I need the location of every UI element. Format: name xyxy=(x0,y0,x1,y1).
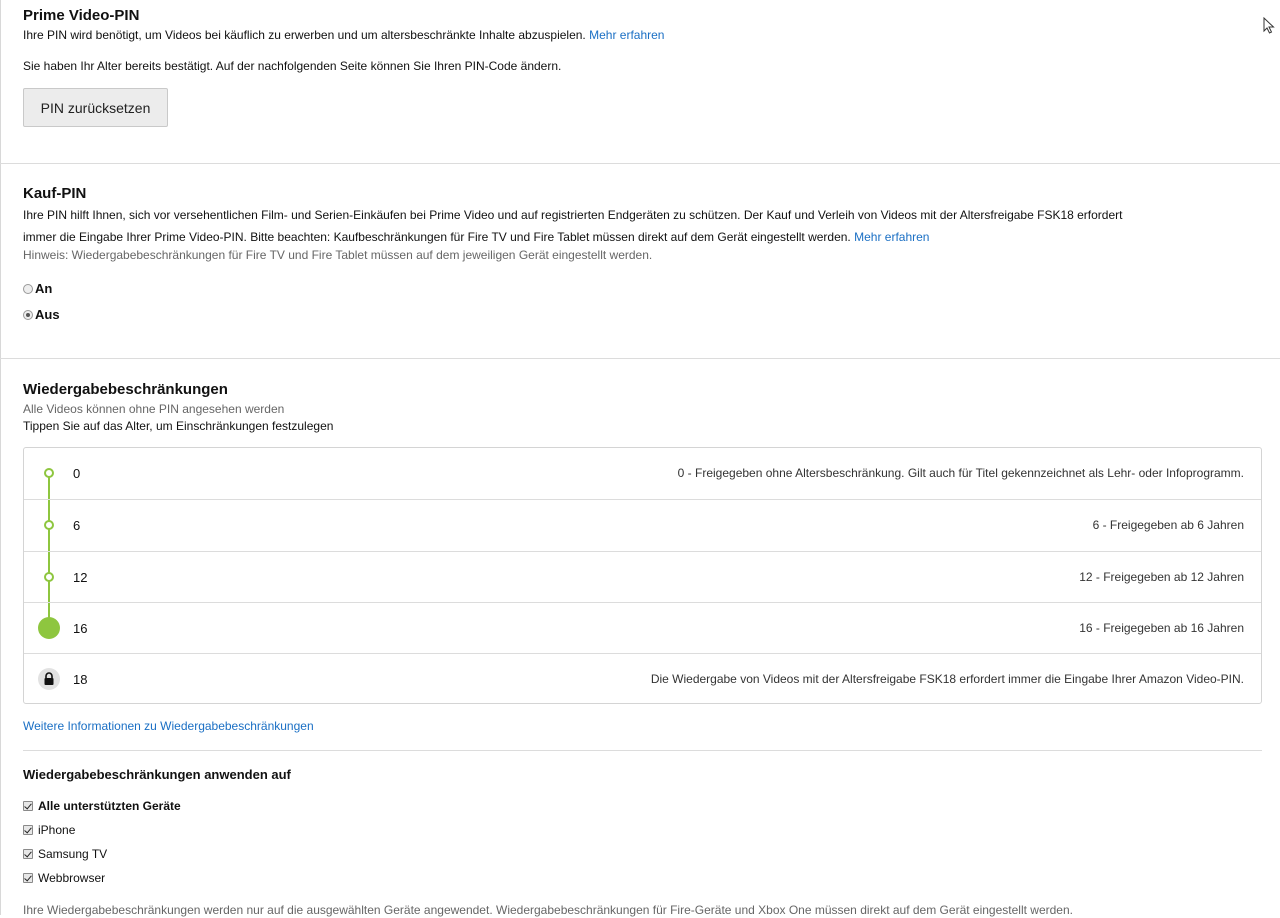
section-divider xyxy=(0,358,1280,359)
rating-description: Die Wiedergabe von Videos mit der Alters… xyxy=(650,672,1244,686)
playback-status-text: Alle Videos können ohne PIN angesehen we… xyxy=(23,402,285,416)
reset-pin-button[interactable]: PIN zurücksetzen xyxy=(23,88,168,127)
device-samsung-tv[interactable]: Samsung TV xyxy=(23,847,107,861)
device-label: Alle unterstützten Geräte xyxy=(38,799,181,813)
radio-selected-icon[interactable] xyxy=(23,309,33,320)
purchase-pin-title: Kauf-PIN xyxy=(23,185,87,202)
rating-row-6[interactable]: 6 6 - Freigegeben ab 6 Jahren xyxy=(24,500,1261,551)
rating-row-18: 18 Die Wiedergabe von Videos mit der Alt… xyxy=(24,654,1261,705)
age-confirmed-text: Sie haben Ihr Alter bereits bestätigt. A… xyxy=(23,59,562,73)
mouse-cursor-icon xyxy=(1263,17,1275,34)
section-divider xyxy=(0,163,1280,164)
pin-section-description: Ihre PIN wird benötigt, um Videos bei kä… xyxy=(23,27,664,43)
purchase-pin-desc-line1: Ihre PIN hilft Ihnen, sich vor versehent… xyxy=(23,208,1123,222)
device-iphone[interactable]: iPhone xyxy=(23,823,75,837)
purchase-pin-off-label: Aus xyxy=(35,307,60,322)
pin-section-title: Prime Video-PIN xyxy=(23,7,140,24)
apply-to-footnote: Ihre Wiedergabebeschränkungen werden nur… xyxy=(23,903,1073,917)
page-left-border xyxy=(0,0,1,915)
rating-row-0[interactable]: 0 0 - Freigegeben ohne Altersbeschränkun… xyxy=(24,448,1261,499)
apply-to-title: Wiedergabebeschränkungen anwenden auf xyxy=(23,767,291,782)
lock-icon xyxy=(38,668,60,690)
rating-description: 12 - Freigegeben ab 12 Jahren xyxy=(1079,570,1244,584)
playback-restrictions-title: Wiedergabebeschränkungen xyxy=(23,381,228,398)
device-label: iPhone xyxy=(38,823,76,837)
pin-learn-more-link[interactable]: Mehr erfahren xyxy=(589,28,664,42)
purchase-pin-on-option[interactable]: An xyxy=(23,281,52,296)
age-rating-selector: 0 0 - Freigegeben ohne Altersbeschränkun… xyxy=(23,447,1262,704)
purchase-pin-off-option[interactable]: Aus xyxy=(23,307,60,322)
purchase-pin-on-label: An xyxy=(35,281,53,296)
device-label: Webbrowser xyxy=(38,871,106,885)
rating-selected-node-icon xyxy=(38,617,60,639)
device-label: Samsung TV xyxy=(38,847,108,861)
rating-description: 0 - Freigegeben ohne Altersbeschränkung.… xyxy=(677,466,1244,480)
purchase-pin-note: Hinweis: Wiedergabebeschränkungen für Fi… xyxy=(23,248,653,262)
checkbox-checked-icon[interactable] xyxy=(23,873,33,883)
rating-node-icon xyxy=(44,572,54,582)
rating-age-label: 12 xyxy=(73,570,88,585)
device-webbrowser[interactable]: Webbrowser xyxy=(23,871,105,885)
rating-age-label: 16 xyxy=(73,621,88,636)
purchase-pin-desc-text: immer die Eingabe Ihrer Prime Video-PIN.… xyxy=(23,230,851,244)
radio-unselected-icon[interactable] xyxy=(23,283,33,294)
rating-age-label: 6 xyxy=(73,518,81,533)
rating-age-label: 18 xyxy=(73,672,88,687)
checkbox-checked-icon[interactable] xyxy=(23,849,33,859)
section-divider xyxy=(23,750,1262,751)
rating-age-label: 0 xyxy=(73,466,81,481)
checkbox-checked-icon[interactable] xyxy=(23,801,33,811)
purchase-pin-learn-more-link[interactable]: Mehr erfahren xyxy=(854,230,929,244)
purchase-pin-desc-line2: immer die Eingabe Ihrer Prime Video-PIN.… xyxy=(23,229,929,245)
playback-more-info-link[interactable]: Weitere Informationen zu Wiedergabebesch… xyxy=(23,719,314,733)
rating-node-icon xyxy=(44,520,54,530)
rating-node-icon xyxy=(44,468,54,478)
rating-description: 6 - Freigegeben ab 6 Jahren xyxy=(1092,518,1244,532)
device-all-supported[interactable]: Alle unterstützten Geräte xyxy=(23,799,181,813)
checkbox-checked-icon[interactable] xyxy=(23,825,33,835)
rating-description: 16 - Freigegeben ab 16 Jahren xyxy=(1079,621,1244,635)
pin-description-text: Ihre PIN wird benötigt, um Videos bei kä… xyxy=(23,28,586,42)
rating-row-16[interactable]: 16 16 - Freigegeben ab 16 Jahren xyxy=(24,603,1261,654)
rating-row-12[interactable]: 12 12 - Freigegeben ab 12 Jahren xyxy=(24,552,1261,603)
playback-instruction-text: Tippen Sie auf das Alter, um Einschränku… xyxy=(23,419,334,433)
